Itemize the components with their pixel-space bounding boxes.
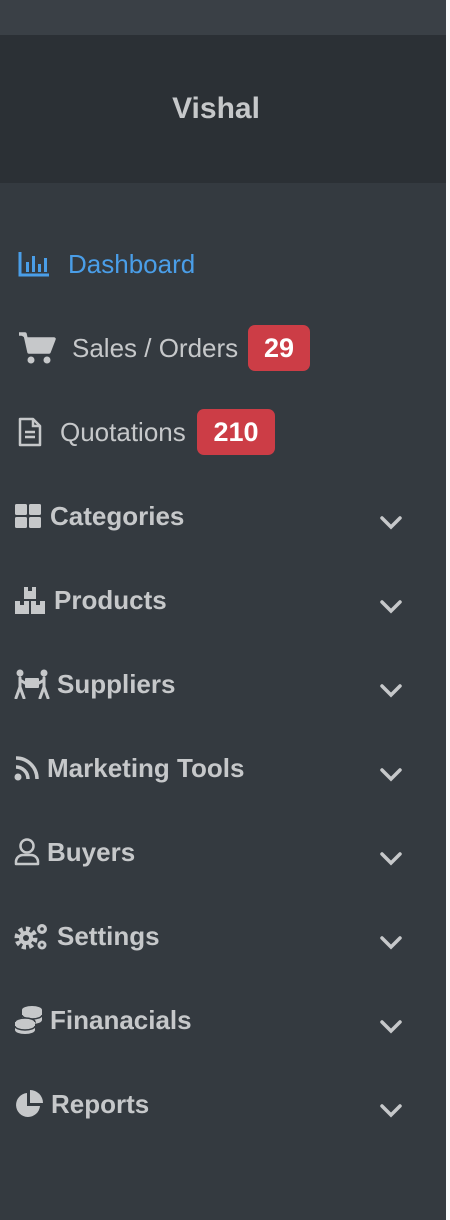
th-large-icon [14,503,42,529]
chevron-down-icon[interactable] [378,594,404,620]
coins-icon [13,1004,45,1036]
content-edge [446,0,450,1220]
chevron-down-icon[interactable] [378,846,404,872]
user-icon [13,837,41,867]
sidebar-item-label: Reports [51,1088,150,1119]
chevron-down-icon[interactable] [378,678,404,704]
sidebar-item-financials[interactable]: Finanacials [0,978,446,1062]
sidebar-item-dashboard[interactable]: Dashboard [0,222,446,306]
sidebar-item-label: Buyers [47,836,136,867]
sidebar-item-label: Suppliers [57,668,176,699]
quotations-count-badge: 210 [197,409,275,455]
sidebar-top-strip [0,0,446,35]
sidebar-item-label: Dashboard [68,248,196,279]
sidebar-item-categories[interactable]: Categories [0,474,446,558]
sidebar-item-products[interactable]: Products [0,558,446,642]
chevron-down-icon[interactable] [378,930,404,956]
chevron-down-icon[interactable] [378,762,404,788]
sidebar-item-sales-orders[interactable]: Sales / Orders 29 [0,306,446,390]
sidebar-item-label: Marketing Tools [47,752,245,783]
brand-name: Vishal [172,92,260,125]
sidebar: Vishal Dashboard Sales / Orders 29 Quota… [0,0,446,1220]
sidebar-item-suppliers[interactable]: Suppliers [0,642,446,726]
chart-pie-icon [13,1088,45,1120]
sidebar-item-label: Sales / Orders [72,332,239,363]
sidebar-item-marketing-tools[interactable]: Marketing Tools [0,726,446,810]
chart-bar-icon [17,249,51,279]
sidebar-item-buyers[interactable]: Buyers [0,810,446,894]
file-text-icon [17,416,43,448]
chevron-down-icon[interactable] [378,510,404,536]
sidebar-item-quotations[interactable]: Quotations 210 [0,390,446,474]
sidebar-item-label: Quotations [60,416,186,447]
sidebar-item-label: Products [54,584,167,615]
brand-header[interactable]: Vishal [0,35,446,183]
sidebar-item-label: Settings [57,920,160,951]
shopping-cart-icon [17,330,57,366]
chevron-down-icon[interactable] [378,1014,404,1040]
sidebar-item-settings[interactable]: Settings [0,894,446,978]
cogs-icon [13,920,51,952]
sidebar-item-label: Categories [50,500,185,531]
sidebar-item-label: Finanacials [50,1004,192,1035]
chevron-down-icon[interactable] [378,1098,404,1124]
sidebar-item-reports[interactable]: Reports [0,1062,446,1146]
people-carry-icon [13,668,51,700]
boxes-icon [13,584,47,616]
rss-icon [13,754,41,782]
orders-count-badge: 29 [248,325,310,371]
